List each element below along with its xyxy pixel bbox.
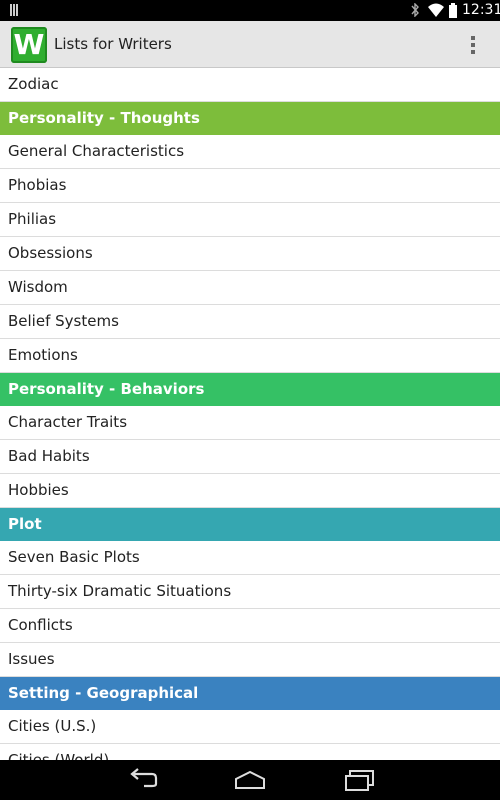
overflow-menu-icon[interactable] [466, 33, 480, 57]
list-item[interactable]: Character Traits [0, 406, 500, 440]
clock: 12:31 [462, 2, 500, 18]
signal-icon [10, 4, 18, 16]
system-nav-bar [0, 760, 500, 800]
list-item[interactable]: Cities (U.S.) [0, 710, 500, 744]
list-item[interactable]: Obsessions [0, 237, 500, 271]
list-item[interactable]: Cities (World) [0, 744, 500, 760]
home-icon[interactable] [230, 768, 270, 792]
category-list[interactable]: Zodiac Personality - Thoughts General Ch… [0, 68, 500, 760]
status-bar: 12:31 [0, 0, 500, 21]
bluetooth-icon [411, 3, 419, 17]
app-title: Lists for Writers [54, 35, 172, 53]
list-item[interactable]: Emotions [0, 339, 500, 373]
section-header-plot: Plot [0, 508, 500, 541]
section-header-personality-behaviors: Personality - Behaviors [0, 373, 500, 406]
list-item[interactable]: Issues [0, 643, 500, 677]
battery-icon [449, 3, 457, 18]
list-item[interactable]: Zodiac [0, 68, 500, 102]
list-item[interactable]: Thirty-six Dramatic Situations [0, 575, 500, 609]
recent-apps-icon[interactable] [338, 768, 378, 792]
list-item[interactable]: Philias [0, 203, 500, 237]
app-logo-icon[interactable]: W [11, 27, 47, 63]
app-bar: W Lists for Writers [0, 21, 500, 68]
list-item[interactable]: Wisdom [0, 271, 500, 305]
list-item[interactable]: Seven Basic Plots [0, 541, 500, 575]
list-item[interactable]: General Characteristics [0, 135, 500, 169]
section-header-personality-thoughts: Personality - Thoughts [0, 102, 500, 135]
list-item[interactable]: Hobbies [0, 474, 500, 508]
list-item[interactable]: Conflicts [0, 609, 500, 643]
list-item[interactable]: Bad Habits [0, 440, 500, 474]
section-header-setting-geographical: Setting - Geographical [0, 677, 500, 710]
list-item[interactable]: Belief Systems [0, 305, 500, 339]
back-icon[interactable] [124, 768, 164, 792]
wifi-icon [428, 3, 444, 17]
list-item[interactable]: Phobias [0, 169, 500, 203]
